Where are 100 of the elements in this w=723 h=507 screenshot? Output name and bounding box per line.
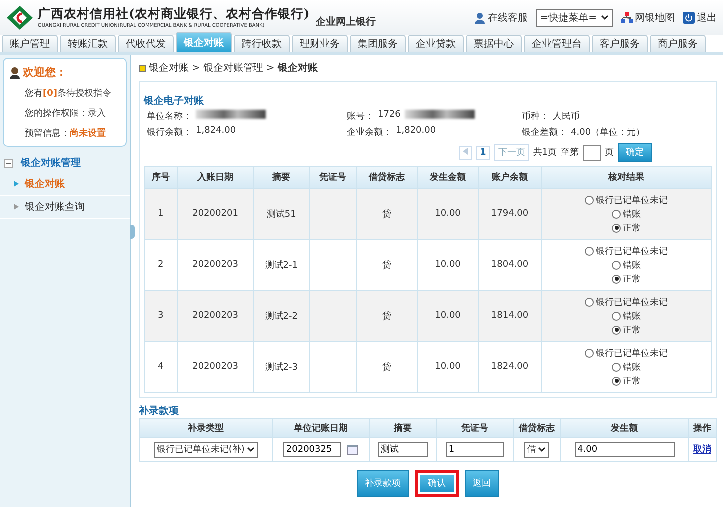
nav-tab[interactable]: 转账汇款 <box>60 35 116 52</box>
breadcrumb-separator: > <box>192 62 200 74</box>
radio-option[interactable]: 银行已记单位未记 <box>585 194 668 206</box>
collapse-toggle[interactable] <box>4 158 13 168</box>
table-cell: 10.00 <box>418 188 479 240</box>
info-label: 币种： <box>522 110 549 123</box>
radio-button[interactable] <box>612 362 621 372</box>
breadcrumb-link[interactable]: 银企对账管理 <box>203 61 264 75</box>
radio-button[interactable] <box>585 348 594 358</box>
column-header: 单位记账日期 <box>272 418 370 438</box>
column-header: 发生额 <box>560 418 688 438</box>
radio-button[interactable] <box>612 210 621 218</box>
option-label: 错账 <box>623 208 641 220</box>
option-label: 错账 <box>623 310 641 322</box>
radio-option[interactable]: 银行已记单位未记 <box>585 346 668 360</box>
sidebar-item[interactable]: 银企对账查询 <box>0 196 130 219</box>
info-label: 企业余额： <box>347 126 392 139</box>
date-field[interactable]: 20200325 <box>283 442 342 457</box>
option-label: 错账 <box>623 362 641 374</box>
caret-icon <box>246 446 255 452</box>
type-select[interactable]: 银行已记单位未记(补) <box>154 442 258 458</box>
header-link[interactable]: 网银地图 <box>621 10 675 24</box>
info-label: 银行余额： <box>147 126 192 139</box>
link-label: 退出 <box>697 12 717 24</box>
triangle-icon <box>14 181 19 187</box>
product-name: 企业网上银行 <box>316 16 376 28</box>
person-icon <box>474 12 486 24</box>
column-header: 序号 <box>144 166 178 188</box>
column-header: 补录类型 <box>140 418 272 438</box>
nav-tab[interactable]: 客户服务 <box>592 35 648 52</box>
breadcrumb-current: 银企对账 <box>278 62 318 75</box>
radio-button[interactable] <box>585 298 594 306</box>
radio-button[interactable] <box>612 224 621 232</box>
option-label: 银行已记单位未记 <box>596 296 668 308</box>
permission-text: 您的操作权限：录入 <box>24 108 107 120</box>
collapse-handle[interactable] <box>130 225 135 239</box>
option-label: 银行已记单位未记 <box>596 348 668 360</box>
radio-option[interactable]: 正常 <box>612 374 641 388</box>
radio-option[interactable]: 错账 <box>612 258 641 272</box>
header-link[interactable]: 在线客服 <box>474 10 528 24</box>
table-cell: 贷 <box>356 342 418 392</box>
column-header: 操作 <box>688 418 716 438</box>
calendar-icon[interactable] <box>347 444 358 455</box>
radio-option[interactable]: 银行已记单位未记 <box>585 296 668 308</box>
radio-button[interactable] <box>585 196 594 204</box>
table-cell: 20200203 <box>177 290 254 342</box>
radio-option[interactable]: 正常 <box>612 272 641 286</box>
nav-tab[interactable]: 企业管理台 <box>524 35 590 52</box>
column-header: 凭证号 <box>436 418 514 438</box>
user-icon <box>9 66 21 78</box>
option-label: 正常 <box>623 222 641 234</box>
direction-select[interactable]: 借 <box>524 442 550 458</box>
column-header: 借贷标志 <box>513 418 561 438</box>
nav-tab[interactable]: 企业贷款 <box>408 35 464 52</box>
sitemap-icon <box>621 12 633 24</box>
radio-option[interactable]: 银行已记单位未记 <box>585 244 668 258</box>
nav-tab[interactable]: 代收代发 <box>118 35 174 52</box>
radio-option[interactable]: 错账 <box>612 310 641 322</box>
breadcrumb-link[interactable]: 银企对账 <box>149 61 189 75</box>
table-cell <box>310 240 356 290</box>
page-number[interactable]: 1 <box>476 146 490 160</box>
menu-group[interactable]: 银企对账管理 <box>21 156 81 170</box>
table-cell: 10.00 <box>418 290 479 342</box>
table-cell: 20200203 <box>177 240 254 290</box>
table-cell: 贷 <box>356 240 418 290</box>
table-cell: 1794.00 <box>478 188 542 240</box>
header-link[interactable]: 退出 <box>683 10 717 24</box>
nav-tab[interactable]: 理财业务 <box>292 35 348 52</box>
info-value: 1,820.00 <box>396 126 436 138</box>
info-label: 单位名称： <box>147 110 192 123</box>
radio-button[interactable] <box>612 376 621 386</box>
nav-tab[interactable]: 账户管理 <box>2 35 58 52</box>
table-cell <box>310 188 356 240</box>
page-input[interactable] <box>583 144 601 160</box>
link-label: 在线客服 <box>488 12 528 24</box>
amount-field[interactable]: 4.00 <box>574 442 675 457</box>
nav-tab[interactable]: 集团服务 <box>350 35 406 52</box>
voucher-field[interactable]: 1 <box>446 442 504 457</box>
radio-button[interactable] <box>612 326 621 334</box>
radio-option[interactable]: 错账 <box>612 208 641 220</box>
radio-button[interactable] <box>612 274 621 284</box>
goto-label: 至第 <box>561 146 579 159</box>
radio-option[interactable]: 错账 <box>612 360 641 374</box>
radio-button[interactable] <box>585 246 594 256</box>
option-label: 正常 <box>623 376 641 388</box>
radio-option[interactable]: 正常 <box>612 222 641 234</box>
option-label: 银行已记单位未记 <box>596 246 668 258</box>
radio-button[interactable] <box>612 312 621 320</box>
radio-option[interactable]: 正常 <box>612 324 641 336</box>
nav-tab[interactable]: 商户服务 <box>650 35 706 52</box>
table-cell: 测试2-2 <box>254 290 310 342</box>
quick-menu-select[interactable]: =快捷菜单= <box>536 8 613 26</box>
radio-button[interactable] <box>612 260 621 270</box>
table-cell: 1814.00 <box>478 290 542 342</box>
nav-tab[interactable]: 跨行收款 <box>234 35 290 52</box>
table-cell: 贷 <box>356 290 418 342</box>
section-title: 补录款项 <box>139 404 180 418</box>
nav-tab[interactable]: 票据中心 <box>466 35 522 52</box>
reserved-info-text: 预留信息：尚未设置 <box>24 127 107 140</box>
summary-field[interactable]: 测试 <box>378 442 428 457</box>
